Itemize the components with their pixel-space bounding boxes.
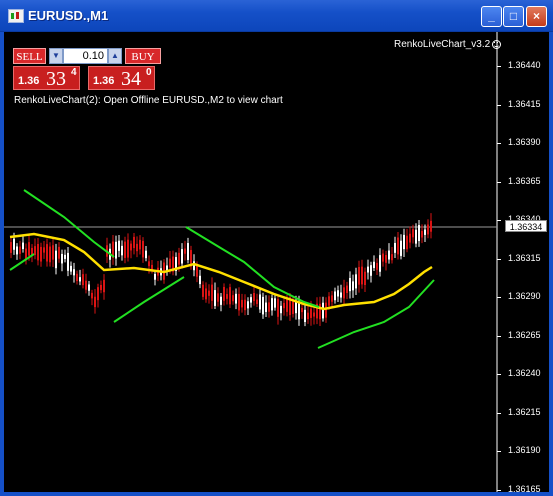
price-axis-label: 1.36165: [508, 483, 541, 494]
price-axis-label: 1.36415: [508, 98, 541, 109]
bid-price-big: 33: [46, 68, 66, 90]
price-axis-label: 1.36190: [508, 445, 541, 455]
price-axis-tick: [497, 220, 501, 221]
bid-price-box[interactable]: 1.36 33 4: [13, 66, 80, 90]
smiley-icon: [492, 40, 502, 49]
price-axis-label: 1.36315: [508, 252, 541, 263]
indicator-name: RenkoLiveChart_v3.2: [394, 39, 491, 50]
ask-price-fraction: 0: [146, 67, 152, 78]
one-click-trade-panel: SELL ▼ 0.10 ▲ BUY 1.36 33 4 1.36 34 0: [10, 48, 161, 92]
bid-price-fraction: 4: [71, 67, 77, 78]
indicator-info-text: RenkoLiveChart(2): Open Offline EURUSD.,…: [14, 95, 283, 106]
ask-price-prefix: 1.36: [93, 75, 115, 87]
indicator-label: RenkoLiveChart_v3.2: [394, 39, 502, 50]
price-axis-tick: [497, 451, 501, 452]
price-axis-tick: [497, 489, 501, 491]
price-axis-label: 1.36440: [508, 60, 541, 70]
lot-decrease-button[interactable]: ▼: [49, 48, 63, 64]
price-axis-tick: [497, 66, 501, 67]
lot-size-input[interactable]: 0.10: [63, 48, 108, 64]
price-axis-tick: [497, 143, 501, 144]
price-axis-label: 1.36215: [508, 406, 541, 417]
buy-button[interactable]: BUY: [125, 48, 161, 64]
price-axis-label: 1.36390: [508, 137, 541, 147]
chart-window-icon: [8, 9, 24, 23]
current-price-label: 1.36334: [505, 220, 547, 232]
minimize-button[interactable]: _: [481, 6, 502, 27]
price-axis-label: 1.36290: [508, 291, 541, 301]
price-axis-tick: [497, 374, 501, 375]
price-axis-label: 1.36240: [508, 368, 541, 378]
maximize-button[interactable]: □: [503, 6, 524, 27]
price-axis-tick: [497, 258, 501, 260]
price-axis-tick: [497, 335, 501, 337]
ask-price-box[interactable]: 1.36 34 0: [88, 66, 155, 90]
ask-price-big: 34: [121, 68, 141, 90]
sell-button[interactable]: SELL: [13, 48, 46, 64]
price-axis-label: 1.36365: [508, 175, 541, 186]
window-title: EURUSD.,M1: [28, 8, 109, 23]
lot-increase-button[interactable]: ▲: [108, 48, 122, 64]
window-titlebar: EURUSD.,M1 _ □ ×: [0, 0, 553, 32]
close-button[interactable]: ×: [526, 6, 547, 27]
price-axis-tick: [497, 181, 501, 183]
price-axis-tick: [497, 104, 501, 106]
price-axis-tick: [497, 297, 501, 298]
price-axis-label: 1.36265: [508, 329, 541, 340]
bid-price-prefix: 1.36: [18, 75, 40, 87]
price-axis-tick: [497, 412, 501, 414]
